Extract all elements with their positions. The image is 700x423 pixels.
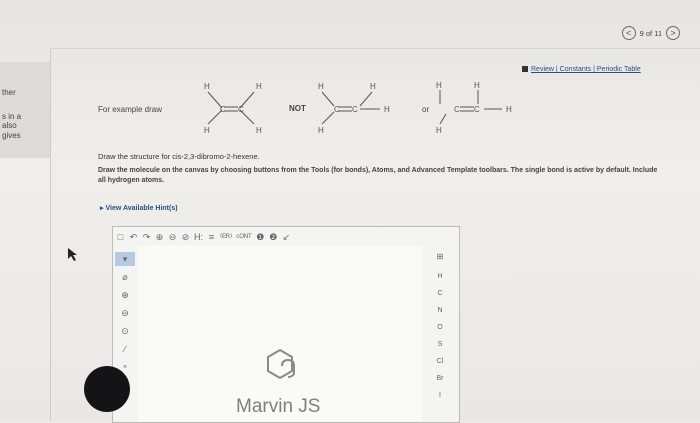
eraser-icon[interactable]: ⌀	[122, 270, 127, 284]
clean-icon[interactable]: ≡	[207, 232, 216, 242]
svg-text:H: H	[204, 126, 210, 135]
svg-text:H: H	[318, 126, 324, 135]
marvin-logo-text: Marvin JS	[236, 396, 321, 417]
help-icon[interactable]: ❷	[269, 232, 278, 243]
atom-h-button[interactable]: H	[437, 268, 442, 285]
svg-text:H: H	[318, 82, 324, 91]
camera-obstruction	[84, 366, 130, 412]
atom-s-button[interactable]: S	[438, 336, 443, 353]
svg-text:C: C	[454, 105, 460, 114]
svg-text:H: H	[474, 81, 480, 90]
redo-icon[interactable]: ↷	[142, 232, 151, 243]
periodic-table-icon[interactable]: ⊞	[437, 246, 444, 268]
hydrogen-icon[interactable]: H:	[194, 232, 203, 242]
atom-o-button[interactable]: O	[437, 319, 442, 336]
svg-text:C: C	[334, 105, 340, 114]
undo-icon[interactable]: ↶	[129, 232, 138, 243]
svg-text:H: H	[370, 82, 376, 91]
svg-text:H: H	[436, 81, 442, 90]
mouse-cursor-icon	[68, 248, 77, 261]
lone-pair-icon[interactable]: ⊙	[121, 324, 129, 338]
svg-text:C: C	[220, 105, 226, 114]
select-icon[interactable]: ▾	[115, 252, 135, 266]
svg-text:H: H	[436, 126, 442, 135]
atom-c-button[interactable]: C	[437, 285, 442, 302]
svg-text:C: C	[238, 105, 244, 114]
editor-top-toolbar: □ ↶ ↷ ⊕ ⊖ ⊘ H: ≡ ⁽ᴱᴿ⁾ ᶜᴼᴺᵀ ❶ ❷ ↙	[112, 230, 416, 244]
zoom-fit-icon[interactable]: ⊘	[181, 232, 190, 243]
atoms-toolbar: ⊞ H C N O S Cl Br I	[426, 246, 454, 421]
charge-minus-icon[interactable]: ⊖	[121, 306, 129, 320]
drawing-canvas[interactable]	[138, 246, 422, 421]
atom-br-button[interactable]: Br	[437, 370, 444, 387]
marvin-logo-icon	[267, 348, 295, 380]
svg-text:H: H	[256, 82, 262, 91]
svg-text:C: C	[474, 105, 480, 114]
single-bond-icon[interactable]: ∕	[124, 342, 126, 356]
svg-text:H: H	[256, 126, 262, 135]
atom-cl-button[interactable]: Cl	[437, 353, 444, 370]
new-icon[interactable]: □	[116, 232, 125, 242]
fullscreen-icon[interactable]: ↙	[282, 232, 291, 243]
atom-n-button[interactable]: N	[437, 302, 442, 319]
svg-text:H: H	[204, 82, 210, 91]
zoom-out-icon[interactable]: ⊖	[168, 232, 177, 243]
err-icon[interactable]: ⁽ᴱᴿ⁾	[220, 232, 232, 243]
hint-label[interactable]: View Available Hint(s)	[105, 205, 177, 212]
svg-text:C: C	[352, 105, 358, 114]
cont-icon[interactable]: ᶜᴼᴺᵀ	[236, 232, 252, 242]
question-title: Draw the structure for cis-2,3-dibromo-2…	[98, 152, 260, 161]
charge-plus-icon[interactable]: ⊕	[121, 288, 129, 302]
bond-type-icon[interactable]: ⁿ	[123, 360, 126, 374]
hint-toggle[interactable]: ▸ View Available Hint(s)	[100, 204, 178, 212]
svg-text:H: H	[384, 105, 390, 114]
zoom-in-icon[interactable]: ⊕	[155, 232, 164, 243]
svg-text:H: H	[506, 105, 512, 114]
question-instructions: Draw the molecule on the canvas by choos…	[98, 167, 658, 184]
atom-i-button[interactable]: I	[439, 387, 441, 404]
info-icon[interactable]: ❶	[256, 232, 265, 243]
